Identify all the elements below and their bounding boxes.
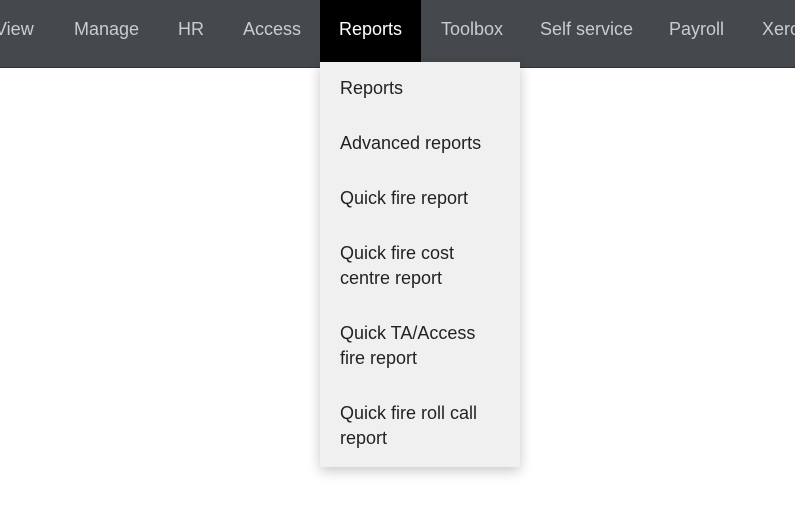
nav-item-manage[interactable]: Manage: [74, 0, 139, 68]
nav-item-reports[interactable]: Reports: [320, 0, 421, 68]
top-navbar: View Manage HR Access Reports Toolbox Se…: [0, 0, 795, 68]
menu-item-reports[interactable]: Reports: [320, 62, 520, 101]
app-page: View Manage HR Access Reports Toolbox Se…: [0, 0, 795, 508]
menu-item-quick-fire-report[interactable]: Quick fire report: [320, 186, 520, 211]
nav-item-toolbox[interactable]: Toolbox: [441, 0, 503, 68]
menu-item-quick-ta-access-fire-report[interactable]: Quick TA/Access fire report: [320, 321, 520, 371]
nav-item-xero[interactable]: Xero: [762, 0, 795, 68]
nav-item-access[interactable]: Access: [243, 0, 301, 68]
nav-item-hr[interactable]: HR: [178, 0, 204, 68]
menu-item-advanced-reports[interactable]: Advanced reports: [320, 131, 520, 156]
menu-item-quick-fire-cost-centre-report[interactable]: Quick fire cost centre report: [320, 241, 520, 291]
reports-dropdown-menu: Reports Advanced reports Quick fire repo…: [320, 62, 520, 467]
menu-item-quick-fire-roll-call-report[interactable]: Quick fire roll call report: [320, 401, 520, 451]
nav-item-payroll[interactable]: Payroll: [669, 0, 724, 68]
nav-item-self-service[interactable]: Self service: [540, 0, 633, 68]
nav-item-view[interactable]: View: [0, 0, 34, 68]
